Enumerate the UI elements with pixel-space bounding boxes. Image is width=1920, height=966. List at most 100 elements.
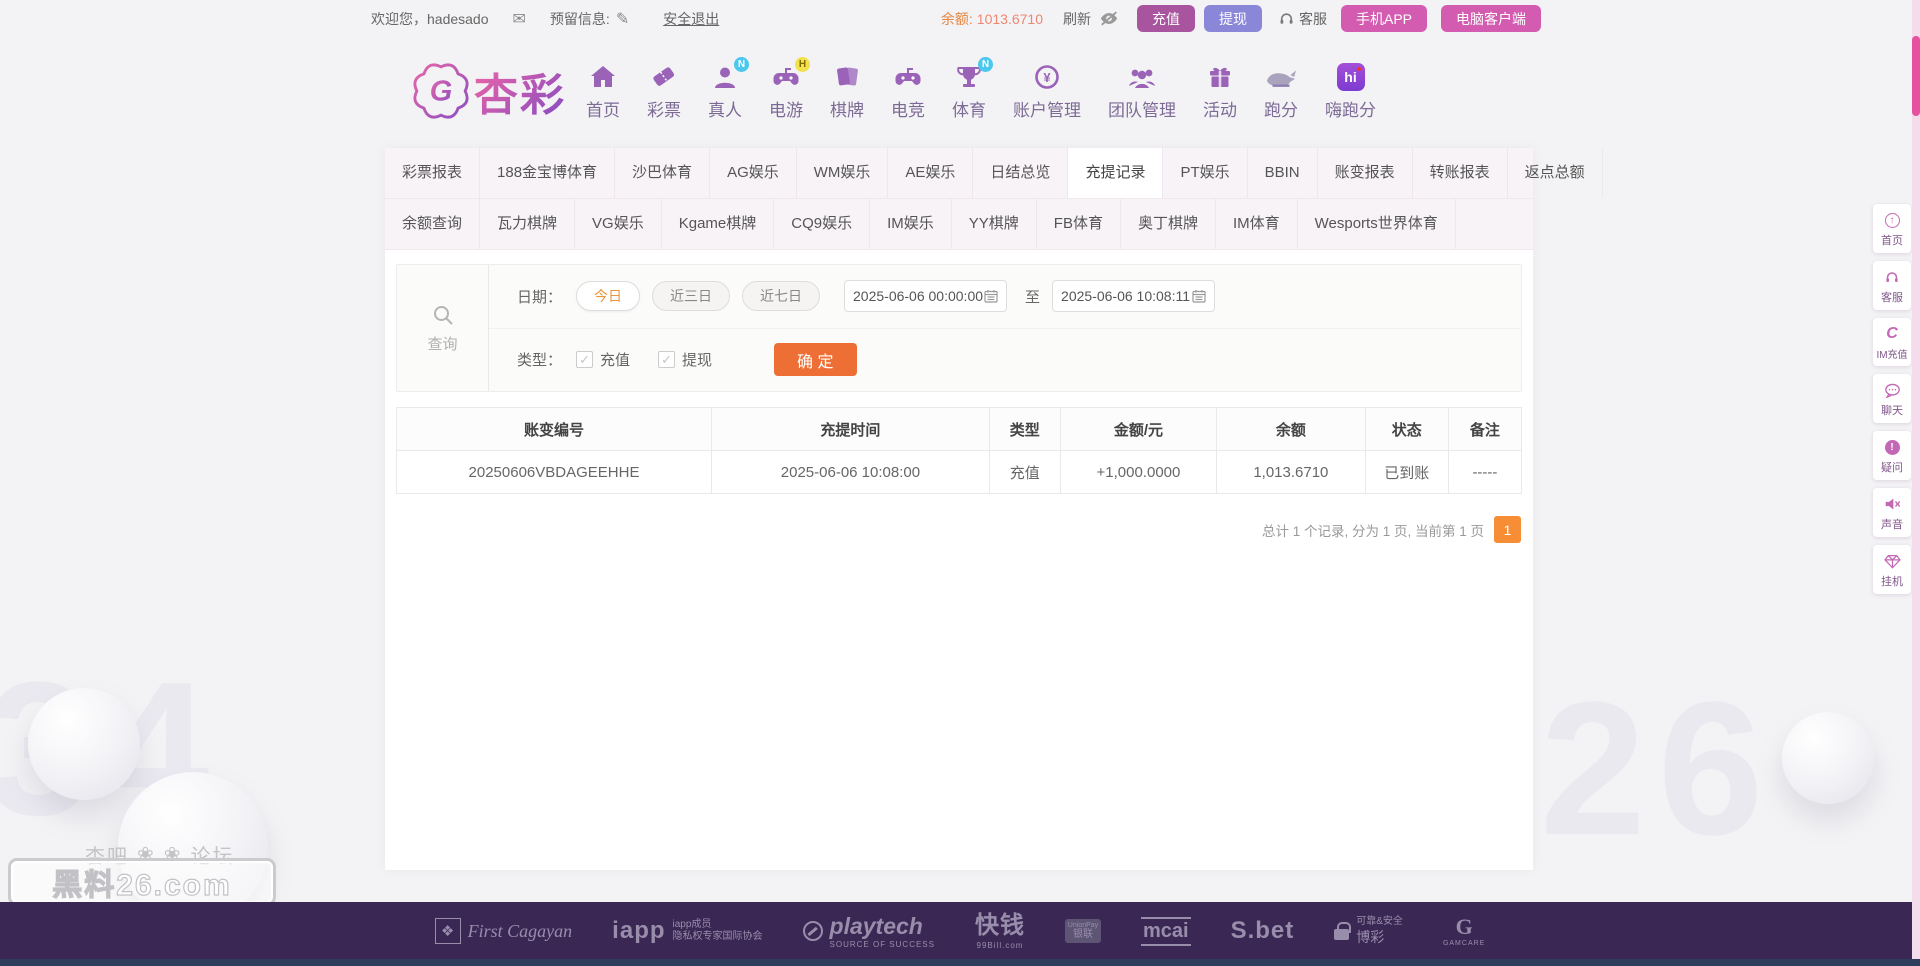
nav-item-live[interactable]: N 真人 [708, 57, 749, 121]
tab[interactable]: IM体育 [1216, 199, 1298, 249]
withdraw-button[interactable]: 提现 [1203, 5, 1262, 32]
decor-ball [1782, 712, 1874, 804]
nav-item-paofen[interactable]: 跑分 [1264, 61, 1298, 121]
side-item-sound[interactable]: 声音 [1873, 488, 1911, 537]
side-item-chat[interactable]: 聊天 [1873, 374, 1911, 423]
customer-service-link[interactable]: 客服 [1278, 9, 1327, 29]
trophy-icon: N [953, 57, 993, 93]
tab[interactable]: YY棋牌 [952, 199, 1037, 249]
cell-status: 已到账 [1364, 450, 1449, 494]
edit-icon[interactable]: ✎ [616, 9, 629, 29]
coin-icon: ¥ [1031, 61, 1063, 93]
query-left-panel: 查询 [397, 265, 489, 391]
date-to-input[interactable]: 2025-06-06 10:08:11 [1052, 280, 1216, 313]
tab[interactable]: AE娱乐 [888, 148, 974, 198]
page-button-1[interactable]: 1 [1494, 516, 1521, 543]
tab[interactable]: VG娱乐 [575, 199, 662, 249]
tab[interactable]: BBIN [1248, 148, 1318, 198]
deposit-button[interactable]: 充值 [1136, 5, 1195, 32]
nav-item-hipaofen[interactable]: hi 嗨跑分 [1325, 61, 1376, 121]
team-icon [1126, 61, 1158, 93]
side-item-home[interactable]: ↑ 首页 [1873, 204, 1911, 253]
tab[interactable]: PT娱乐 [1163, 148, 1248, 198]
tab[interactable]: 返点总额 [1508, 148, 1603, 198]
header-time: 充提时间 [711, 407, 990, 451]
pc-client-button[interactable]: 电脑客户端 [1441, 5, 1541, 32]
tab[interactable]: IM娱乐 [870, 199, 952, 249]
tab[interactable]: 瓦力棋牌 [480, 199, 576, 249]
nav-item-promotions[interactable]: 活动 [1203, 61, 1237, 121]
nav-item-esports[interactable]: 电竞 [891, 61, 925, 121]
horizontal-scrollbar[interactable] [0, 959, 1920, 966]
tab[interactable]: 日结总览 [973, 148, 1069, 198]
tab[interactable]: 奥丁棋牌 [1121, 199, 1216, 249]
records-table: 账变编号 充提时间 类型 金额/元 余额 状态 备注 20250606VBDAG… [396, 407, 1523, 494]
nav-item-chess[interactable]: 棋牌 [830, 61, 864, 121]
gift-icon [1204, 61, 1236, 93]
mail-icon[interactable]: ✉ [513, 9, 526, 29]
tab[interactable]: AG娱乐 [710, 148, 797, 198]
tab[interactable]: 账变报表 [1318, 148, 1413, 198]
header-amount: 金额/元 [1059, 407, 1218, 451]
tab[interactable]: 余额查询 [385, 199, 481, 249]
decor-number-right: 26 [1540, 663, 1776, 875]
logo-flower-icon: G [413, 63, 469, 119]
live-dealer-icon: N [709, 57, 749, 93]
tab-active-deposit-withdraw-records[interactable]: 充提记录 [1068, 148, 1164, 198]
footer-logo-gamcare: G GAMCARE [1442, 913, 1486, 947]
tab[interactable]: CQ9娱乐 [774, 199, 871, 249]
side-item-im-recharge[interactable]: C IM充值 [1873, 318, 1911, 366]
vertical-scrollbar-track[interactable] [1912, 0, 1920, 966]
tab-row-2: 余额查询 瓦力棋牌 VG娱乐 Kgame棋牌 CQ9娱乐 IM娱乐 YY棋牌 F… [385, 199, 1533, 250]
date-label: 日期： [517, 288, 563, 306]
withdraw-checkbox[interactable]: ✓ 提现 [658, 349, 712, 370]
logout-link[interactable]: 安全退出 [663, 9, 719, 29]
topbar: 欢迎您，hadesado ✉ 预留信息: ✎ 安全退出 余额: 1013.671… [371, 0, 1541, 37]
side-item-service[interactable]: 客服 [1873, 261, 1911, 310]
table-row: 20250606VBDAGEEHHE 2025-06-06 10:08:00 充… [396, 450, 1523, 494]
eye-off-icon[interactable] [1099, 11, 1119, 26]
quick-7days-button[interactable]: 近七日 [742, 281, 821, 312]
mute-icon [1884, 495, 1901, 513]
confirm-button[interactable]: 确 定 [774, 343, 857, 377]
tab[interactable]: 转账报表 [1413, 148, 1508, 198]
tab[interactable]: FB体育 [1037, 199, 1121, 249]
tab[interactable]: Kgame棋牌 [662, 199, 775, 249]
unionpay-card-icon: UnionPay 银联 [1064, 919, 1101, 943]
badge-h: H [795, 57, 810, 72]
quick-3days-button[interactable]: 近三日 [652, 281, 731, 312]
nav-item-team[interactable]: 团队管理 [1108, 61, 1176, 121]
content-card: 彩票报表 188金宝博体育 沙巴体育 AG娱乐 WM娱乐 AE娱乐 日结总览 充… [385, 148, 1603, 870]
tab[interactable]: Wesports世界体育 [1298, 199, 1456, 249]
date-filter-row: 日期： 今日 近三日 近七日 2025-06-06 00:00:00 至 202… [489, 265, 1521, 329]
ticket-icon [648, 61, 680, 93]
nav-item-account[interactable]: ¥ 账户管理 [1013, 61, 1081, 121]
vertical-scrollbar-thumb[interactable] [1912, 36, 1920, 116]
playtech-swirl-icon [802, 921, 823, 941]
date-from-input[interactable]: 2025-06-06 00:00:00 [844, 280, 1008, 313]
question-icon: ! [1884, 439, 1900, 455]
cards-icon [831, 61, 863, 93]
quick-today-button[interactable]: 今日 [576, 281, 641, 312]
tab[interactable]: 188金宝博体育 [480, 148, 616, 198]
table-header-row: 账变编号 充提时间 类型 金额/元 余额 状态 备注 [396, 407, 1523, 451]
nav-item-egames[interactable]: H 电游 [769, 57, 810, 121]
query-form: 日期： 今日 近三日 近七日 2025-06-06 00:00:00 至 202… [489, 265, 1521, 391]
side-item-question[interactable]: ! 疑问 [1873, 431, 1911, 480]
refresh-button[interactable]: 刷新 [1063, 9, 1091, 29]
tab[interactable]: 彩票报表 [385, 148, 481, 198]
deposit-checkbox[interactable]: ✓ 充值 [576, 349, 630, 370]
tab[interactable]: 沙巴体育 [615, 148, 711, 198]
nav-item-home[interactable]: 首页 [586, 61, 620, 121]
nav-item-sports[interactable]: N 体育 [952, 57, 993, 121]
nav-item-lottery[interactable]: 彩票 [647, 61, 681, 121]
home-icon [587, 61, 619, 93]
header-remark: 备注 [1447, 407, 1523, 451]
site-logo[interactable]: G 杏彩 [412, 59, 566, 123]
checkbox-check-icon: ✓ [576, 351, 594, 369]
mobile-app-button[interactable]: 手机APP [1340, 5, 1427, 32]
pagination: 总计 1 个记录, 分为 1 页, 当前第 1 页 1 [397, 516, 1521, 543]
tab[interactable]: WM娱乐 [797, 148, 889, 198]
side-item-hangup[interactable]: 挂机 [1873, 545, 1911, 594]
query-label: 查询 [427, 335, 458, 353]
